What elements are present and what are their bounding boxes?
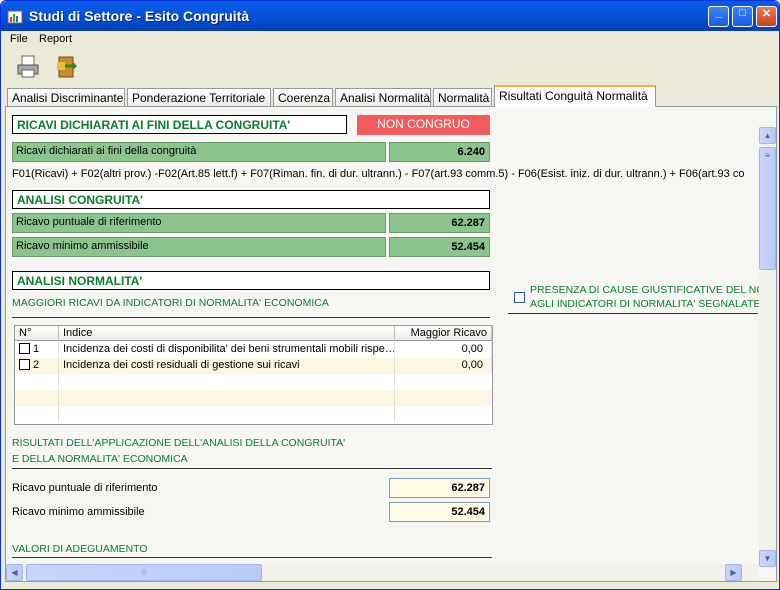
empty-row [15, 390, 492, 406]
vertical-scroll-thumb[interactable]: ≡ [759, 147, 776, 270]
risultati-minimo-label: Ricavo minimo ammissibile [12, 506, 145, 518]
window-title: Studi di Settore - Esito Congruità [29, 8, 250, 24]
adeguamento-divider [12, 557, 492, 558]
cause-divider [508, 313, 758, 314]
ricavo-minimo-label: Ricavo minimo ammissibile [12, 237, 386, 257]
row-number: 2 [33, 359, 40, 371]
tab-bar: Analisi Discriminante Ponderazione Terri… [1, 85, 779, 107]
col-header-n[interactable]: N° [15, 326, 59, 341]
risultati-puntuale-label: Ricavo puntuale di riferimento [12, 482, 158, 494]
maggiori-ricavi-subtitle: MAGGIORI RICAVI DA INDICATORI DI NORMALI… [12, 297, 329, 309]
row-maggior-ricavo: 0,00 [395, 342, 492, 358]
congruita-section-header: ANALISI CONGRUITA' [12, 190, 490, 209]
row-indice: Incidenza dei costi residuali di gestion… [59, 358, 395, 374]
tab-risultati-congruita-normalita[interactable]: Risultati Conguità Normalità [494, 85, 656, 107]
empty-row [15, 406, 492, 422]
col-header-indice[interactable]: Indice [59, 326, 395, 341]
maximize-button[interactable]: □ [732, 6, 753, 27]
scroll-left-button[interactable]: ◀ [6, 564, 23, 581]
ricavo-puntuale-label: Ricavo puntuale di riferimento [12, 213, 386, 233]
tab-analisi-discriminante[interactable]: Analisi Discriminante [7, 88, 125, 107]
col-header-maggior-ricavo[interactable]: Maggior Ricavo [395, 326, 492, 341]
table-row[interactable]: 2 Incidenza dei costi residuali di gesti… [15, 358, 492, 374]
horizontal-scroll-thumb[interactable]: ⦙⦙⦙ [26, 564, 262, 581]
normalita-divider [12, 317, 490, 318]
table-row[interactable]: 1 Incidenza dei costi di disponibilita' … [15, 342, 492, 358]
close-button[interactable]: ✕ [756, 6, 777, 27]
title-bar[interactable]: Studi di Settore - Esito Congruità _ □ ✕ [1, 1, 779, 31]
vertical-scrollbar[interactable]: ▲ ≡ ▼ [759, 127, 776, 567]
risultati-title-line1: RISULTATI DELL'APPLICAZIONE DELL'ANALISI… [12, 437, 346, 449]
ricavi-dichiarati-value: 6.240 [389, 142, 490, 162]
menu-report[interactable]: Report [39, 33, 72, 45]
cause-giustificative-line2: AGLI INDICATORI DI NORMALITA' SEGNALATE [530, 298, 761, 310]
app-icon [7, 10, 23, 24]
menu-bar: File Report [1, 31, 779, 49]
scroll-right-button[interactable]: ▶ [725, 564, 742, 581]
ricavo-minimo-value: 52.454 [389, 237, 490, 257]
scroll-up-button[interactable]: ▲ [759, 127, 776, 144]
tab-analisi-normalita[interactable]: Analisi Normalità [335, 88, 431, 107]
status-badge: NON CONGRUO [357, 115, 490, 135]
empty-row [15, 374, 492, 390]
risultati-minimo-value: 52.454 [389, 502, 490, 522]
normalita-section-header: ANALISI NORMALITA' [12, 271, 490, 290]
indicatori-table: N° Indice Maggior Ricavo 1 Incidenza dei… [14, 325, 493, 425]
row-maggior-ricavo: 0,00 [395, 358, 492, 374]
risultati-puntuale-value: 62.287 [389, 478, 490, 498]
menu-file[interactable]: File [10, 33, 28, 45]
toolbar [1, 49, 779, 85]
row-number: 1 [33, 343, 40, 355]
risultati-title-line2: E DELLA NORMALITA' ECONOMICA [12, 453, 188, 465]
app-window: Studi di Settore - Esito Congruità _ □ ✕… [0, 0, 780, 590]
tab-coerenza[interactable]: Coerenza [273, 88, 333, 107]
adeguamento-title: VALORI DI ADEGUAMENTO [12, 543, 148, 555]
tab-normalita[interactable]: Normalità [433, 88, 492, 107]
ricavi-section-header: RICAVI DICHIARATI AI FINI DELLA CONGRUIT… [12, 115, 347, 134]
exit-door-icon[interactable] [55, 54, 79, 80]
ricavo-puntuale-value: 62.287 [389, 213, 490, 233]
cause-giustificative-checkbox[interactable] [514, 292, 525, 303]
horizontal-scrollbar[interactable]: ◀ ⦙⦙⦙ ▶ [6, 564, 759, 581]
scroll-down-button[interactable]: ▼ [759, 550, 776, 567]
row-indice: Incidenza dei costi di disponibilita' de… [59, 342, 395, 358]
row-checkbox[interactable] [19, 359, 30, 370]
tab-content-panel: RICAVI DICHIARATI AI FINI DELLA CONGRUIT… [5, 106, 777, 582]
printer-icon[interactable] [15, 54, 41, 80]
risultati-divider [12, 468, 492, 469]
ricavi-dichiarati-label: Ricavi dichiarati ai fini della congruit… [12, 142, 386, 162]
ricavi-formula: F01(Ricavi) + F02(altri prov.) -F02(Art.… [12, 168, 745, 180]
row-checkbox[interactable] [19, 343, 30, 354]
tab-ponderazione-territoriale[interactable]: Ponderazione Territoriale [127, 88, 271, 107]
cause-giustificative-line1: PRESENZA DI CAUSE GIUSTIFICATIVE DEL NON [530, 284, 773, 296]
minimize-button[interactable]: _ [708, 6, 729, 27]
